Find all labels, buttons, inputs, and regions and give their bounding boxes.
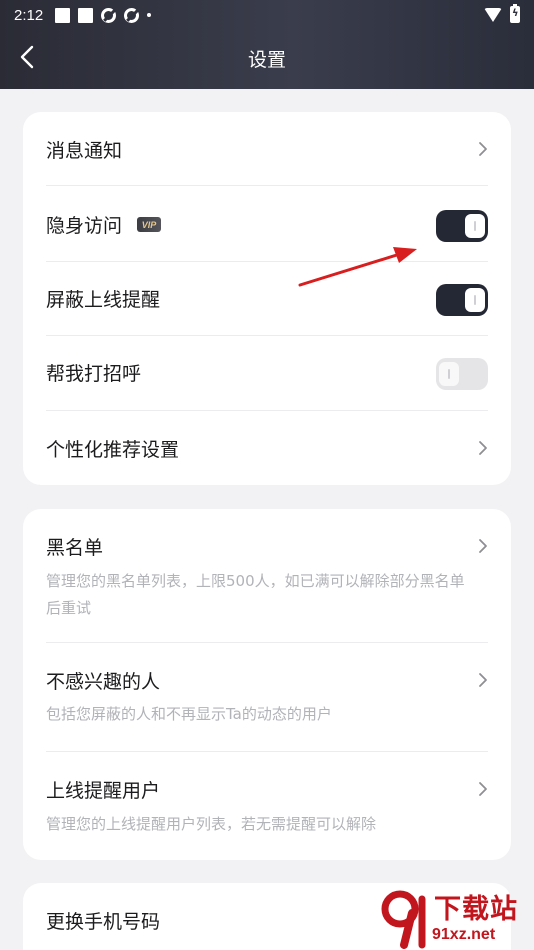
auto-greet-toggle[interactable] (436, 358, 488, 390)
annotation-arrow-icon (298, 247, 417, 287)
divider (46, 642, 488, 643)
item-description: 管理您的黑名单列表，上限500人，如已满可以解除部分黑名单后重试 (46, 572, 465, 617)
item-label: 帮我打招呼 (46, 363, 142, 385)
notification-square-icon (78, 7, 94, 23)
more-notifications-dot-icon (147, 13, 152, 17)
settings-group-privacy: 消息通知 隐身访问 VIP 屏蔽上线提醒 帮我打招呼 个性化推荐设置 (23, 112, 511, 485)
wifi-icon (484, 7, 502, 22)
settings-item-message-notification[interactable]: 消息通知 (46, 136, 488, 162)
status-time: 2:12 (14, 6, 44, 24)
item-label: 隐身访问 (46, 215, 123, 237)
divider (46, 751, 488, 752)
vip-badge: VIP (137, 217, 161, 232)
block-online-reminder-toggle[interactable] (436, 284, 488, 316)
item-description: 包括您屏蔽的人和不再显示Ta的动态的用户 (46, 705, 332, 723)
settings-item-personalized-recommendation[interactable]: 个性化推荐设置 (46, 435, 488, 461)
app-header: 2:12 ϟ 设置 (0, 0, 534, 89)
divider (46, 261, 488, 262)
notification-square-icon (55, 7, 71, 23)
item-label: 上线提醒用户 (46, 780, 161, 802)
status-bar: 2:12 ϟ (0, 0, 534, 30)
settings-item-online-reminder-users[interactable]: 上线提醒用户 管理您的上线提醒用户列表，若无需提醒可以解除 (46, 776, 488, 846)
system-icons: ϟ (484, 4, 520, 23)
invisible-visit-toggle[interactable] (436, 210, 488, 242)
item-label: 不感兴趣的人 (46, 671, 161, 693)
item-label: 更换手机号码 (46, 911, 161, 933)
toggle-knob (439, 362, 459, 386)
chevron-right-icon (478, 538, 488, 554)
page-title: 设置 (247, 49, 286, 71)
toggle-knob (465, 288, 485, 312)
notification-ring-icon (101, 7, 117, 23)
watermark-url: 91xz.net (432, 926, 496, 943)
watermark: 下载站 91xz.net (378, 887, 534, 950)
watermark-title: 下载站 (434, 894, 518, 925)
toggle-knob (465, 214, 485, 238)
settings-item-invisible-visit: 隐身访问 VIP (46, 210, 488, 242)
item-label: 个性化推荐设置 (46, 439, 180, 461)
item-description: 管理您的上线提醒用户列表，若无需提醒可以解除 (46, 815, 377, 833)
item-label: 黑名单 (46, 537, 104, 559)
divider (46, 185, 488, 186)
notification-icons (55, 7, 152, 23)
item-label: 屏蔽上线提醒 (46, 289, 161, 311)
chevron-right-icon (478, 672, 488, 688)
item-label: 消息通知 (46, 140, 123, 162)
settings-item-block-online-reminder: 屏蔽上线提醒 (46, 284, 488, 316)
divider (46, 410, 488, 411)
chevron-right-icon (478, 141, 488, 157)
chevron-right-icon (478, 781, 488, 797)
divider (46, 335, 488, 336)
settings-item-not-interested[interactable]: 不感兴趣的人 包括您屏蔽的人和不再显示Ta的动态的用户 (46, 667, 488, 737)
notification-ring-icon (124, 7, 140, 23)
settings-group-user-lists: 黑名单 管理您的黑名单列表，上限500人，如已满可以解除部分黑名单后重试 不感兴… (23, 509, 511, 860)
settings-item-auto-greet: 帮我打招呼 (46, 358, 488, 390)
watermark-logo-icon (381, 890, 426, 949)
battery-charging-icon: ϟ (510, 4, 520, 23)
chevron-right-icon (478, 440, 488, 456)
settings-item-blacklist[interactable]: 黑名单 管理您的黑名单列表，上限500人，如已满可以解除部分黑名单后重试 (46, 533, 488, 643)
